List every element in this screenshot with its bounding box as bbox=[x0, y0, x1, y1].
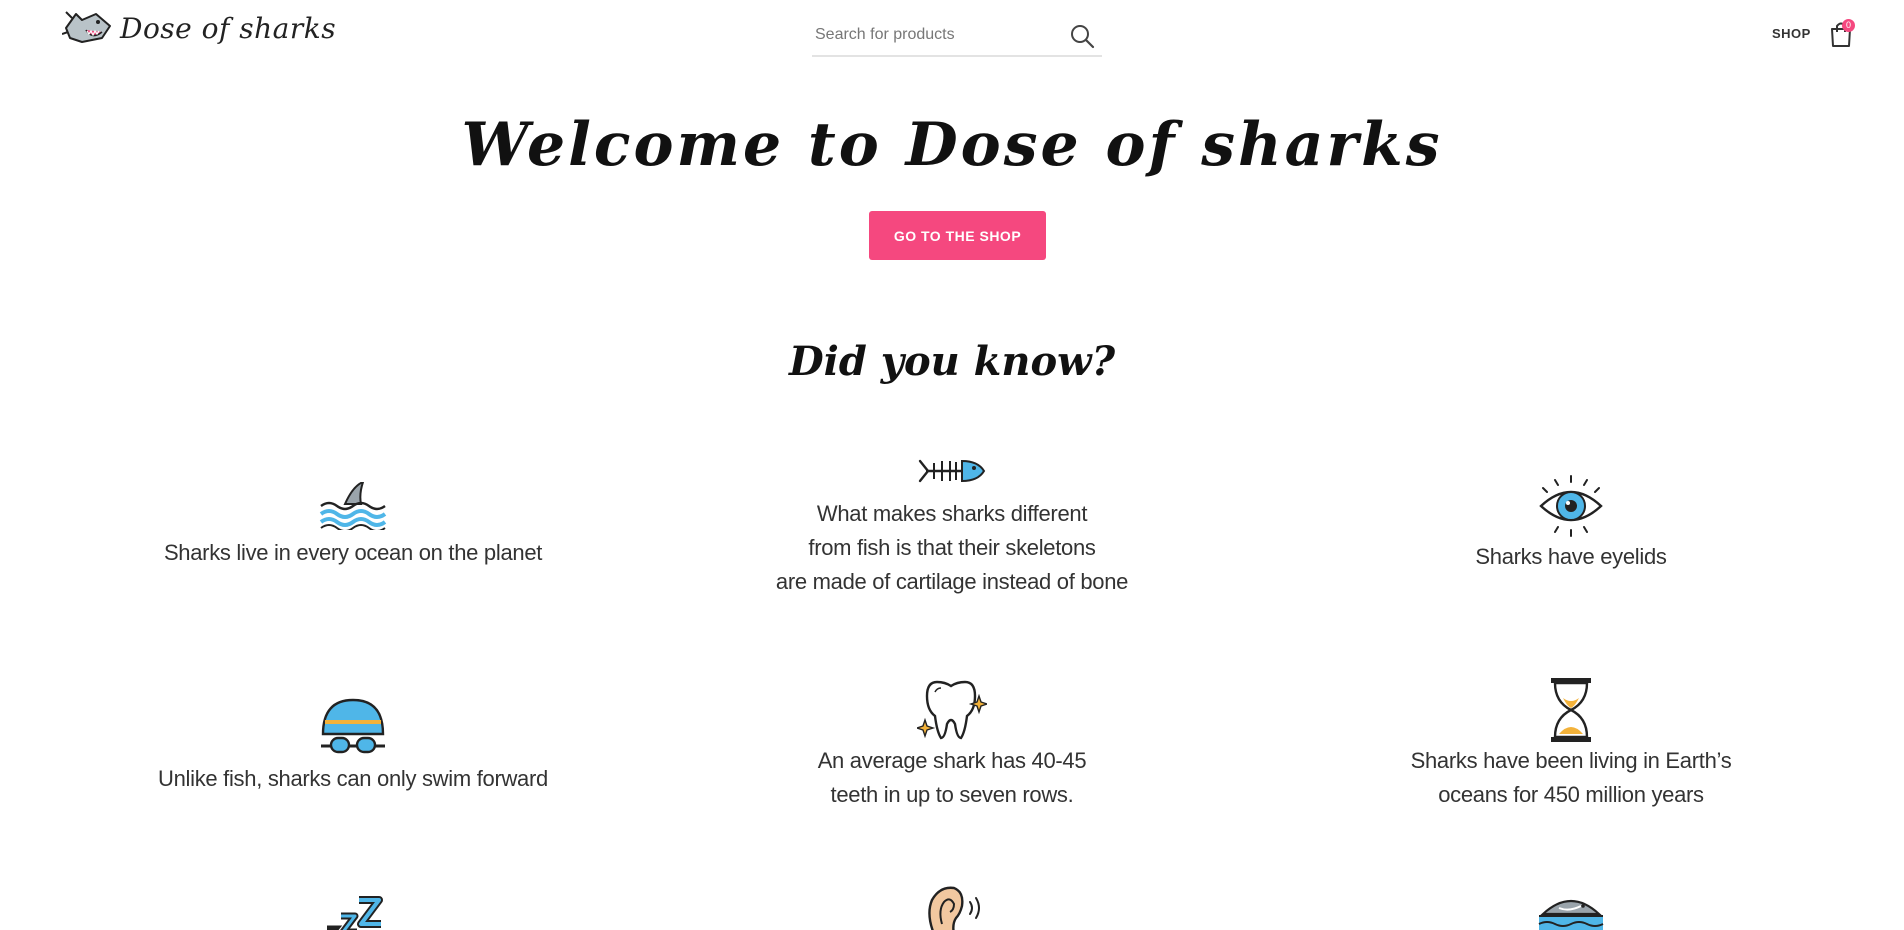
swim-cap-goggles-icon bbox=[321, 698, 385, 754]
section-title: Did you know? bbox=[788, 338, 1116, 385]
fact-item: Unlike fish, sharks can only swim forwar… bbox=[93, 696, 613, 796]
fact-text: Sharks live in every ocean on the planet bbox=[93, 536, 613, 570]
fact-text-line: are made of cartilage instead of bone bbox=[775, 569, 1129, 594]
cart-count-badge: 0 bbox=[1842, 19, 1855, 32]
tooth-icon bbox=[917, 680, 987, 740]
shark-fin-waves-icon bbox=[319, 482, 387, 530]
fact-text-line: from fish is that their skeletons bbox=[808, 535, 1096, 560]
fish-skeleton-icon bbox=[918, 459, 986, 483]
fact-text-line: Sharks have eyelids bbox=[1475, 544, 1667, 569]
site-header: Dose of sharks SHOP 0 bbox=[0, 0, 1904, 70]
fact-item bbox=[1311, 894, 1831, 930]
fact-item: Sharks live in every ocean on the planet bbox=[93, 482, 613, 570]
search-icon[interactable] bbox=[1068, 22, 1096, 50]
fact-item bbox=[93, 896, 613, 930]
eye-icon bbox=[1539, 475, 1603, 537]
fact-text-line: An average shark has 40-45 bbox=[817, 748, 1087, 773]
fact-text: An average shark has 40-45 teeth in up t… bbox=[692, 744, 1212, 812]
search-input[interactable] bbox=[812, 18, 1055, 52]
fact-item: What makes sharks different from fish is… bbox=[692, 453, 1212, 599]
nav-shop-link[interactable]: SHOP bbox=[1772, 26, 1811, 41]
fact-item: Sharks have eyelids bbox=[1311, 474, 1831, 574]
fact-text: Sharks have been living in Earth’s ocean… bbox=[1311, 744, 1831, 812]
fact-item: Sharks have been living in Earth’s ocean… bbox=[1311, 676, 1831, 812]
fact-text-line: Sharks have been living in Earth’s bbox=[1410, 748, 1732, 773]
page: Dose of sharks SHOP 0 Welcome to Dose of… bbox=[0, 0, 1904, 930]
fact-text-line: Unlike fish, sharks can only swim forwar… bbox=[158, 766, 548, 791]
hero-title: Welcome to Dose of sharks bbox=[461, 110, 1443, 180]
go-to-shop-button[interactable]: GO TO THE SHOP bbox=[869, 211, 1046, 260]
fact-text-line: teeth in up to seven rows. bbox=[830, 782, 1074, 807]
fact-text-line: Sharks live in every ocean on the planet bbox=[163, 540, 543, 565]
search-bar bbox=[812, 18, 1102, 57]
shark-in-water-icon bbox=[1538, 900, 1604, 930]
site-logo[interactable]: Dose of sharks bbox=[62, 8, 336, 48]
fact-text: What makes sharks different from fish is… bbox=[692, 497, 1212, 599]
fact-text: Unlike fish, sharks can only swim forwar… bbox=[93, 762, 613, 796]
fact-item: An average shark has 40-45 teeth in up t… bbox=[692, 676, 1212, 812]
fact-text-line: oceans for 450 million years bbox=[1438, 782, 1704, 807]
sleep-zzz-icon bbox=[327, 896, 383, 930]
shark-logo-icon bbox=[62, 11, 111, 43]
fact-text-line: What makes sharks different bbox=[816, 501, 1088, 526]
ear-icon bbox=[928, 886, 980, 930]
logo-text: Dose of sharks bbox=[120, 11, 337, 45]
fact-text: Sharks have eyelids bbox=[1311, 540, 1831, 574]
fact-item bbox=[692, 884, 1212, 930]
hourglass-icon bbox=[1551, 678, 1591, 742]
